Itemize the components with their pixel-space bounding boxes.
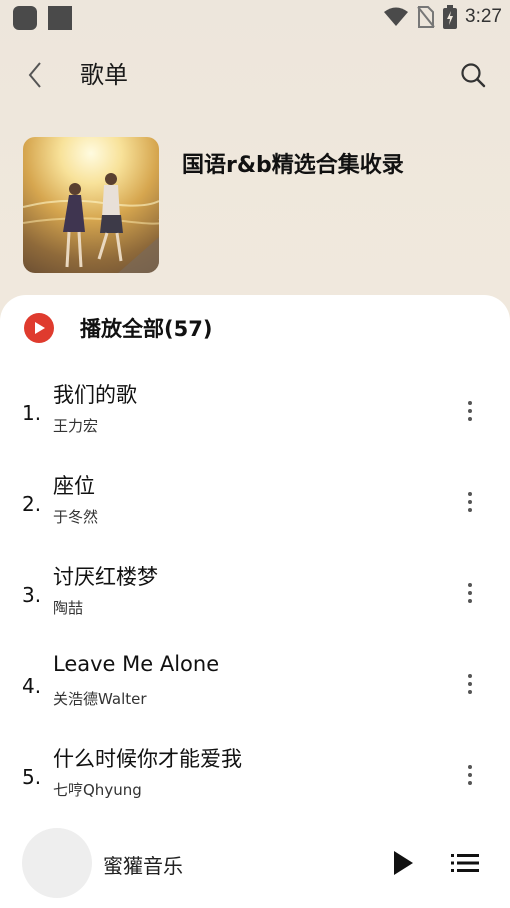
song-title: 什么时候你才能爱我 (53, 747, 242, 771)
app-notification-icon (13, 6, 37, 30)
song-row[interactable]: 2. 座位 于冬然 (0, 466, 510, 538)
more-dot (468, 773, 472, 777)
more-dot (468, 781, 472, 785)
song-artist: 王力宏 (53, 417, 99, 435)
more-dot (468, 508, 472, 512)
status-icons: 3:27 (383, 4, 502, 30)
song-title: 我们的歌 (53, 383, 137, 407)
chevron-left-icon (28, 62, 41, 88)
playlist-icon (451, 854, 479, 872)
more-dot (468, 417, 472, 421)
mini-player[interactable]: 蜜獾音乐 (0, 824, 510, 904)
song-list-sheet: 播放全部(57) 1. 我们的歌 王力宏 2. 座位 于冬然 3. 讨厌红楼梦 … (0, 295, 510, 908)
app-header: 歌单 (0, 50, 510, 100)
more-options-button[interactable] (454, 759, 486, 791)
back-button[interactable] (18, 58, 52, 92)
playlist-queue-button[interactable] (448, 846, 482, 880)
more-dot (468, 682, 472, 686)
status-bar: 3:27 (0, 0, 510, 34)
wifi-icon (384, 7, 409, 26)
song-title: Leave Me Alone (53, 652, 220, 676)
song-index: 2. (22, 492, 42, 516)
song-artist: 关浩德Walter (53, 690, 147, 708)
more-vertical-icon (468, 583, 472, 587)
search-button[interactable] (456, 58, 490, 92)
more-vertical-icon (468, 765, 472, 769)
stop-notification-icon (48, 6, 72, 30)
song-title: 座位 (53, 474, 95, 498)
no-sim-icon (417, 6, 435, 28)
song-artist: 陶喆 (53, 599, 84, 617)
mini-play-button[interactable] (386, 846, 420, 880)
song-index: 5. (22, 765, 42, 789)
play-circle-icon (24, 313, 54, 343)
playlist-title: 国语r&b精选合集收录 (182, 153, 404, 178)
song-row[interactable]: 5. 什么时候你才能爱我 七哼Qhyung (0, 739, 510, 811)
more-dot (468, 591, 472, 595)
playlist-cover-image[interactable] (23, 137, 159, 273)
song-artist: 七哼Qhyung (53, 781, 142, 799)
more-options-button[interactable] (454, 577, 486, 609)
battery-charging-icon (443, 5, 458, 29)
more-dot (468, 599, 472, 603)
mini-player-album-art[interactable] (22, 828, 92, 898)
song-row[interactable]: 3. 讨厌红楼梦 陶喆 (0, 557, 510, 629)
song-index: 1. (22, 401, 42, 425)
play-all-button[interactable]: 播放全部(57) (24, 312, 212, 344)
song-row[interactable]: 1. 我们的歌 王力宏 (0, 375, 510, 447)
song-artist: 于冬然 (53, 508, 99, 526)
more-dot (468, 500, 472, 504)
cover-art-illustration (23, 173, 159, 273)
page-title: 歌单 (80, 61, 128, 89)
song-title: 讨厌红楼梦 (53, 565, 158, 589)
play-icon (394, 851, 413, 875)
search-icon (461, 63, 486, 88)
more-vertical-icon (468, 674, 472, 678)
more-vertical-icon (468, 492, 472, 496)
clock: 3:27 (465, 6, 502, 27)
more-options-button[interactable] (454, 395, 486, 427)
more-options-button[interactable] (454, 668, 486, 700)
play-all-label: 播放全部(57) (80, 317, 213, 341)
more-options-button[interactable] (454, 486, 486, 518)
mini-player-title: 蜜獾音乐 (103, 854, 183, 878)
more-dot (468, 690, 472, 694)
more-dot (468, 409, 472, 413)
song-index: 4. (22, 674, 42, 698)
more-vertical-icon (468, 401, 472, 405)
song-row[interactable]: 4. Leave Me Alone 关浩德Walter (0, 648, 510, 720)
song-index: 3. (22, 583, 42, 607)
